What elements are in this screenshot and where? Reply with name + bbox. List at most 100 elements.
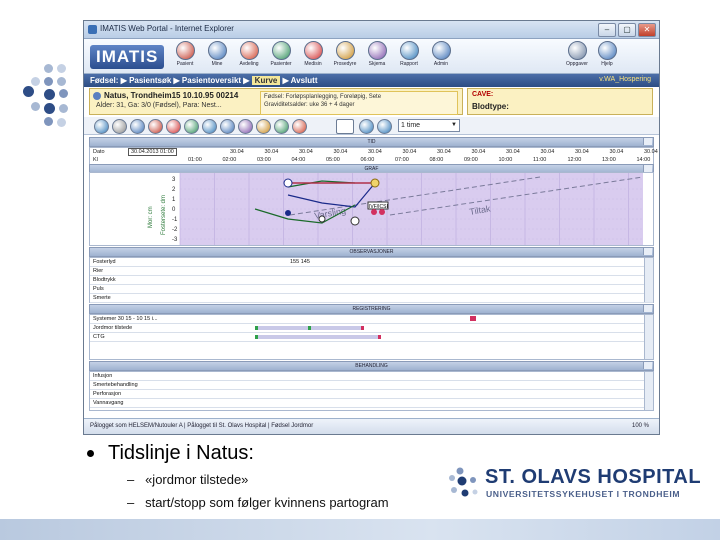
table-row[interactable]: Blodtrykk	[90, 276, 653, 285]
row-label: Rier	[93, 268, 104, 274]
chart-tool-icon[interactable]	[220, 119, 235, 134]
row-label: Dato	[93, 149, 105, 155]
table-row[interactable]: Rier	[90, 267, 653, 276]
banner-line: Graviditetsalder: uke 36 + 4 dager	[264, 102, 355, 108]
bullet-text: Tidslinje i Natus:	[108, 442, 254, 464]
slide-bullet: Tidslinje i Natus:	[87, 442, 254, 465]
timeline-time: 14:00	[636, 157, 651, 163]
chart-tool-icon[interactable]	[336, 119, 354, 134]
table-row[interactable]: Perforasjon	[90, 390, 653, 399]
vertical-scrollbar[interactable]	[644, 258, 653, 302]
registrations-table: Systemer 30 15 - 10 15 i... Jordmor tils…	[89, 314, 654, 360]
toolbar-button-medisin[interactable]: Medisin	[300, 41, 326, 71]
chart-tool-icon[interactable]	[292, 119, 307, 134]
chart-tool-icon[interactable]	[148, 119, 163, 134]
table-row[interactable]: Puls	[90, 285, 653, 294]
toolbar-button-oppgaver[interactable]: Oppgaver	[564, 41, 590, 71]
section-observations: OBSERVASJONER	[89, 247, 654, 257]
timeline-date: 30.04	[368, 149, 382, 155]
row-label: Jordmor tilstede	[93, 325, 133, 331]
data-point[interactable]	[285, 210, 291, 216]
table-row[interactable]: Systemer 30 15 - 10 15 i...	[90, 315, 653, 324]
scroll-button[interactable]	[643, 165, 652, 172]
chart-tool-icon[interactable]	[112, 119, 127, 134]
vertical-scrollbar[interactable]	[644, 372, 653, 410]
chart-tool-icon[interactable]	[238, 119, 253, 134]
table-row[interactable]: CTG	[90, 333, 653, 342]
table-row[interactable]: Smertebehandling	[90, 381, 653, 390]
row-label: Systemer 30 15 - 10 15 i...	[93, 316, 158, 322]
toolbar-button-prosedyre[interactable]: Prosedyre	[332, 41, 358, 71]
timeline-time-row: Kl 01:00 02:00 03:00 04:00 05:00 06:00 07:00 08…	[90, 156, 653, 164]
timeline-date: 30.04	[609, 149, 624, 155]
event-flag[interactable]	[470, 316, 476, 321]
table-row[interactable]: Smerte	[90, 294, 653, 303]
bullet-icon	[87, 450, 94, 458]
arrow-icon: ▶	[243, 76, 252, 85]
toolbar-button-label: Mine	[211, 61, 223, 67]
toolbar-button-pasient[interactable]: Pasient	[172, 41, 198, 71]
scroll-button[interactable]	[643, 248, 652, 255]
timeline-date: 30.04	[230, 149, 244, 155]
chevron-down-icon: ▼	[451, 122, 457, 128]
chart-tool-icon[interactable]	[274, 119, 289, 134]
breadcrumb-patient-overview[interactable]: Pasientoversikt	[182, 76, 241, 85]
timeline-time: 11:00	[533, 157, 547, 163]
chart-tool-icon[interactable]	[94, 119, 109, 134]
table-row[interactable]: Jordmor tilstede	[90, 324, 653, 333]
timeline-date: 30.04	[540, 149, 555, 155]
chart-tool-icon[interactable]	[359, 119, 374, 134]
toolbar-button-avdeling[interactable]: Avdeling	[236, 41, 262, 71]
timeline-date: 30.04	[575, 149, 589, 155]
toolbar-button-skjema[interactable]: Skjema	[364, 41, 390, 71]
ctg-bar[interactable]	[255, 335, 381, 339]
partogram-graph: Mor: cm Fostersete: dm 3 2 1 0 -1 -2 -3 Varsli…	[89, 172, 654, 246]
logged-in-user: v.WA_Hospering	[599, 76, 651, 83]
time-range-select[interactable]: 1 time ▼	[398, 119, 460, 132]
timeline-date: 30.04	[506, 149, 520, 155]
toolbar-button-mine[interactable]: Mine	[204, 41, 230, 71]
toolbar-button-rapport[interactable]: Rapport	[396, 41, 422, 71]
chart-tool-icon[interactable]	[166, 119, 181, 134]
row-label: Perforasjon	[93, 391, 122, 397]
table-row[interactable]: Vannavgang	[90, 399, 653, 408]
minimize-button[interactable]: –	[598, 23, 616, 37]
scroll-button[interactable]	[643, 305, 652, 312]
timeline-date: 30.04	[437, 149, 451, 155]
timeline-time: 03:00	[257, 157, 271, 163]
midwife-present-bar[interactable]	[308, 326, 364, 330]
table-row[interactable]: Infusjon	[90, 372, 653, 381]
maximize-button[interactable]: ▢	[618, 23, 636, 37]
breadcrumb-exit[interactable]: Avslutt	[291, 76, 318, 85]
zoom-level[interactable]: 100 %	[632, 423, 649, 429]
chart-tool-icon[interactable]	[202, 119, 217, 134]
vertical-scrollbar[interactable]	[644, 315, 653, 359]
toolbar-button-admin[interactable]: Admin	[428, 41, 454, 71]
table-row[interactable]: Fosterlyd 155 145	[90, 258, 653, 267]
chart-tool-icon[interactable]	[184, 119, 199, 134]
toolbar-button-label: Oppgaver	[566, 61, 588, 67]
chart-tool-icon[interactable]	[256, 119, 271, 134]
flag-marker[interactable]	[371, 209, 377, 215]
y-tick-label: 2	[172, 187, 176, 193]
timeline-time: 06:00	[360, 157, 375, 163]
flag-marker[interactable]	[379, 209, 385, 215]
toolbar-button-pasienter[interactable]: Pasienter	[268, 41, 294, 71]
toolbar-button-icon	[271, 41, 291, 60]
close-button[interactable]: ✕	[638, 23, 656, 37]
chart-tool-icon[interactable]	[130, 119, 145, 134]
chart-tool-icon[interactable]	[377, 119, 392, 134]
selected-date-field[interactable]: 30.04.2013 01:00	[128, 148, 177, 156]
data-point[interactable]	[350, 216, 360, 226]
breadcrumb-patient-search[interactable]: Pasientsøk	[129, 76, 171, 85]
breadcrumb-current[interactable]: Kurve	[251, 76, 281, 85]
toolbar-button-hjelp[interactable]: Hjelp	[594, 41, 620, 71]
scroll-button[interactable]	[643, 362, 652, 369]
toolbar-button-icon	[367, 41, 387, 60]
data-point[interactable]	[318, 215, 326, 223]
scroll-button[interactable]	[643, 138, 652, 145]
timeline-grid: Dato 30.04.2013 01:00 30.04 30.04 30.04 30.…	[89, 147, 658, 165]
data-point[interactable]	[283, 178, 293, 188]
arrow-icon: ▶	[282, 76, 291, 85]
warning-marker[interactable]	[370, 178, 380, 188]
